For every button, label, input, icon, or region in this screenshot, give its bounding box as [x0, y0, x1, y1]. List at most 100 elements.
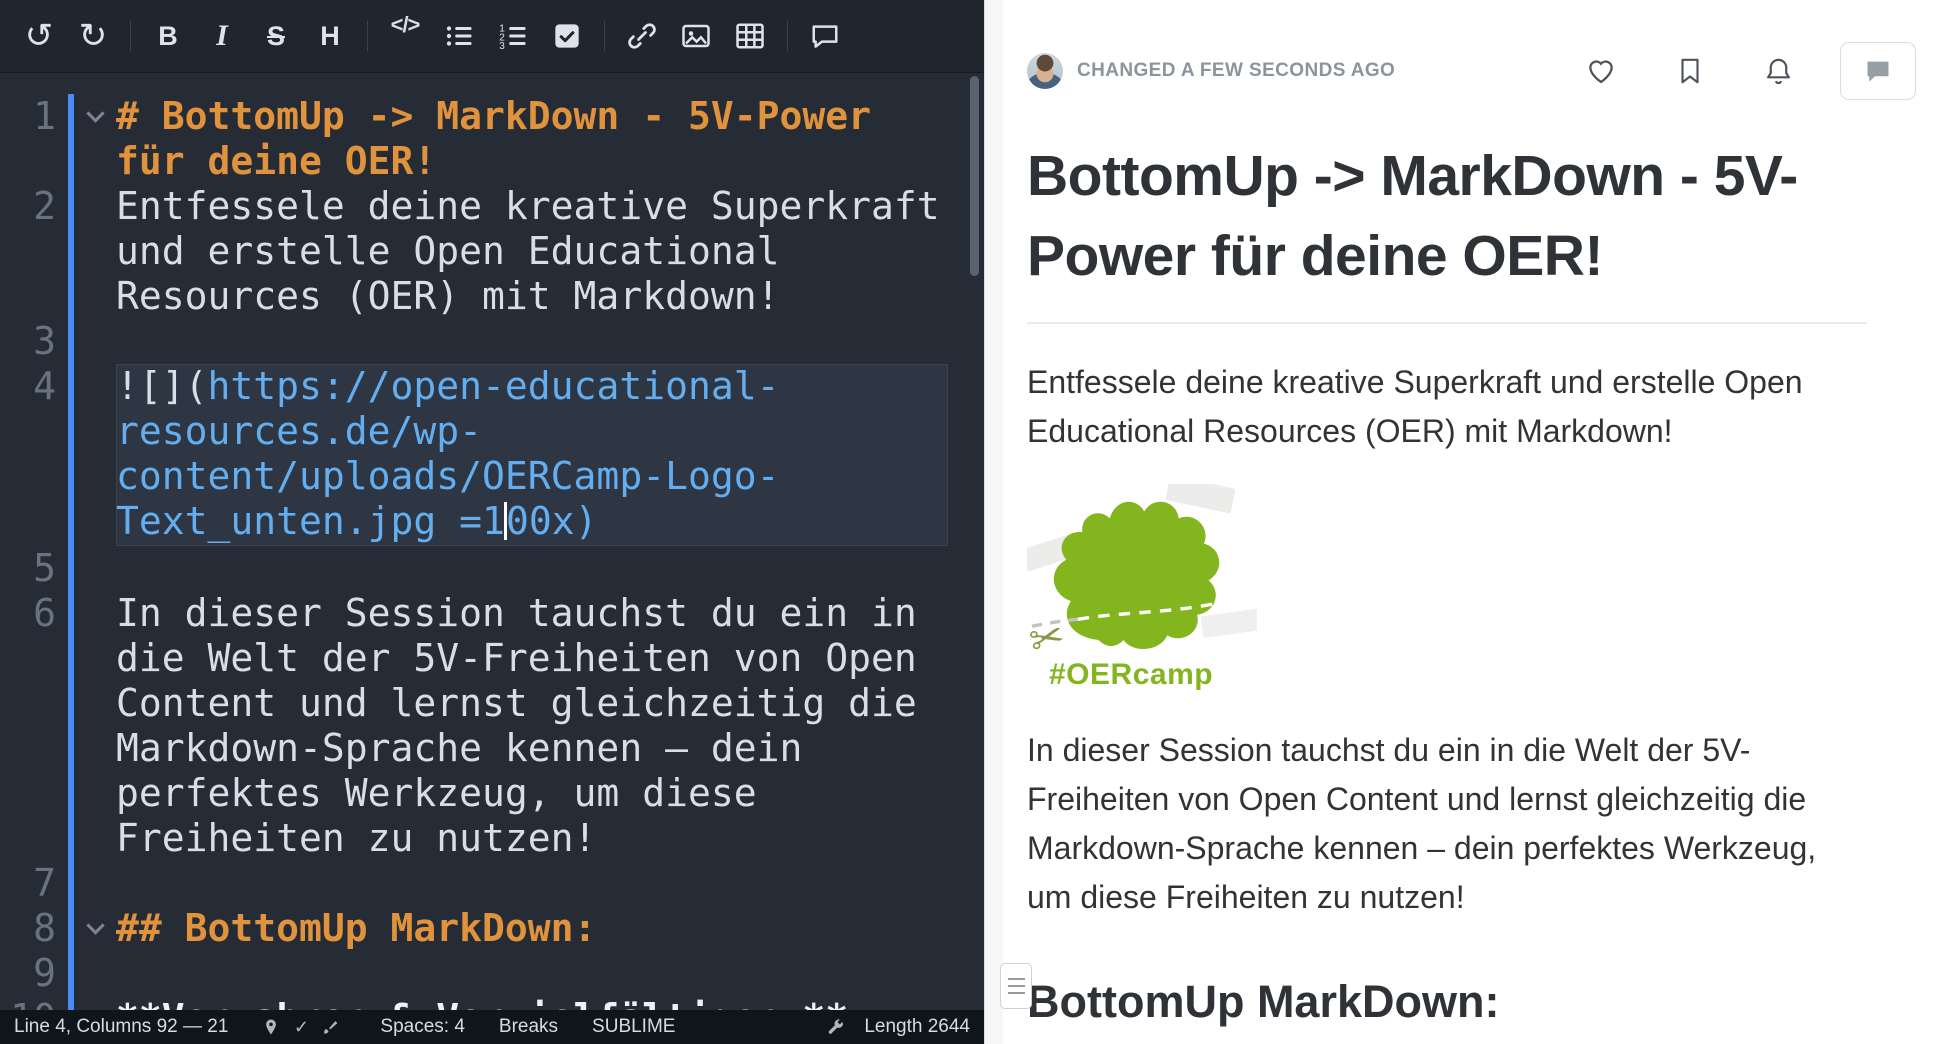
fold-gutter[interactable] [74, 861, 116, 906]
code-line[interactable] [116, 319, 948, 364]
chat-bubble-icon [1864, 57, 1892, 85]
line-number[interactable]: 3 [10, 319, 68, 364]
bookmark-icon [1675, 56, 1705, 86]
markdown-image-syntax: ![]( [116, 364, 208, 408]
intro-paragraph: Entfessele deine kreative Superkraft und… [1027, 358, 1867, 456]
code-line[interactable] [116, 546, 948, 591]
comment-icon [810, 21, 840, 51]
toolbar-separator [787, 21, 788, 51]
code-line[interactable]: ![](https://open-educational-resources.d… [116, 364, 948, 546]
linebreaks-setting-button[interactable]: Breaks [499, 1016, 558, 1038]
editor-line[interactable]: 5 [10, 546, 984, 591]
line-number[interactable]: 6 [10, 591, 68, 861]
line-number-label: 8 [33, 906, 56, 950]
line-number-label: 5 [33, 546, 56, 590]
title-divider [1027, 322, 1867, 324]
toolbar-separator [604, 21, 605, 51]
bullet-list-button[interactable] [432, 12, 486, 60]
logo-caption: #OERcamp [1049, 658, 1257, 692]
pane-divider [984, 0, 1003, 1044]
editor-scrollbar[interactable] [970, 76, 979, 276]
code-line[interactable]: # BottomUp -> MarkDown - 5V-Power für de… [116, 94, 948, 184]
table-icon [735, 21, 765, 51]
svg-text:3: 3 [499, 41, 505, 51]
location-pin-icon[interactable] [256, 1012, 286, 1042]
chevron-down-icon[interactable] [86, 104, 104, 122]
preview-content: BottomUp -> MarkDown - 5V-Power für dein… [1003, 136, 1938, 1044]
task-list-icon [553, 22, 581, 50]
line-number[interactable]: 7 [10, 861, 68, 906]
fold-gutter[interactable] [74, 951, 116, 996]
fold-gutter[interactable] [74, 364, 116, 546]
check-icon[interactable]: ✓ [286, 1012, 316, 1042]
preview-pane: CHANGED A FEW SECONDS AGO BottomUp -> Ma… [1003, 0, 1938, 1044]
fold-gutter[interactable] [74, 94, 116, 184]
insert-link-button[interactable] [615, 12, 669, 60]
chevron-down-icon[interactable] [86, 916, 104, 934]
image-icon [681, 21, 711, 51]
comments-panel-button[interactable] [1840, 42, 1916, 100]
code-line[interactable] [116, 861, 948, 906]
session-paragraph: In dieser Session tauchst du ein in die … [1027, 726, 1867, 922]
fold-gutter[interactable] [74, 184, 116, 319]
line-number-label: 9 [33, 951, 56, 995]
heart-icon [1585, 55, 1617, 87]
comment-button[interactable] [798, 12, 852, 60]
cursor-position-label: Line 4, Columns 92 — 21 [14, 1016, 228, 1038]
editor-line[interactable]: 3 [10, 319, 984, 364]
document-length-label: Length 2644 [864, 1016, 970, 1038]
code-line[interactable]: Entfessele deine kreative Superkraft und… [116, 184, 948, 319]
code-line[interactable]: In dieser Session tauchst du ein in die … [116, 591, 948, 861]
code-editor[interactable]: 1 # BottomUp -> MarkDown - 5V-Power für … [0, 73, 984, 1044]
fold-gutter[interactable] [74, 906, 116, 951]
preview-actions [1585, 42, 1916, 100]
code-line[interactable]: ## BottomUp MarkDown: [116, 906, 948, 951]
editor-line[interactable]: 1 # BottomUp -> MarkDown - 5V-Power für … [10, 94, 984, 184]
line-number[interactable]: 4 [10, 364, 68, 546]
bookmark-button[interactable] [1675, 56, 1705, 86]
line-number[interactable]: 8 [10, 906, 68, 951]
app-window: ↺ ↻ B I S H </> 123 [0, 0, 1938, 1044]
line-number[interactable]: 1 [10, 94, 68, 184]
like-button[interactable] [1585, 55, 1617, 87]
fold-gutter[interactable] [74, 591, 116, 861]
avatar[interactable] [1027, 53, 1063, 89]
fold-gutter[interactable] [74, 319, 116, 364]
bullet-list-icon [444, 21, 474, 51]
markdown-heading-source: # BottomUp -> MarkDown - 5V-Power für de… [116, 94, 894, 183]
brush-icon[interactable] [316, 1012, 346, 1042]
spaces-setting-button[interactable]: Spaces: 4 [380, 1016, 465, 1038]
wrench-icon[interactable] [820, 1012, 850, 1042]
line-number[interactable]: 5 [10, 546, 68, 591]
notifications-button[interactable] [1763, 56, 1794, 87]
insert-image-button[interactable] [669, 12, 723, 60]
task-list-button[interactable] [540, 12, 594, 60]
editor-line[interactable]: 9 [10, 951, 984, 996]
line-number-label: 3 [33, 319, 56, 363]
editor-toolbar: ↺ ↻ B I S H </> 123 [0, 0, 984, 73]
keymap-setting-button[interactable]: SUBLIME [592, 1016, 675, 1038]
line-number[interactable]: 2 [10, 184, 68, 319]
insert-table-button[interactable] [723, 12, 777, 60]
line-number-label: 1 [33, 94, 56, 138]
numbered-list-button[interactable]: 123 [486, 12, 540, 60]
line-number-label: 6 [33, 591, 56, 635]
editor-line[interactable]: 7 [10, 861, 984, 906]
markdown-text-source: Entfessele deine kreative Superkraft und… [116, 184, 963, 318]
markdown-heading-source: ## BottomUp MarkDown: [116, 906, 596, 950]
editor-pane: ↺ ↻ B I S H </> 123 [0, 0, 984, 1044]
editor-line[interactable]: 8 ## BottomUp MarkDown: [10, 906, 984, 951]
status-bar: Line 4, Columns 92 — 21 ✓ Spaces: 4 Brea… [0, 1010, 984, 1044]
last-changed-label: CHANGED A FEW SECONDS AGO [1077, 60, 1395, 82]
editor-line[interactable]: 2 Entfessele deine kreative Superkraft u… [10, 184, 984, 319]
editor-line-active[interactable]: 4 ![](https://open-educational-resources… [10, 364, 984, 546]
code-button[interactable]: </> [378, 12, 432, 60]
line-number[interactable]: 9 [10, 951, 68, 996]
line-number-label: 2 [33, 184, 56, 228]
fold-gutter[interactable] [74, 546, 116, 591]
markdown-image-url: https://open-educational-resources.de/wp… [116, 364, 779, 543]
editor-line[interactable]: 6 In dieser Session tauchst du ein in di… [10, 591, 984, 861]
code-line[interactable] [116, 951, 948, 996]
oercamp-logo: ✂ #OERcamp [1027, 484, 1257, 692]
pane-resize-handle[interactable] [1000, 963, 1032, 1009]
